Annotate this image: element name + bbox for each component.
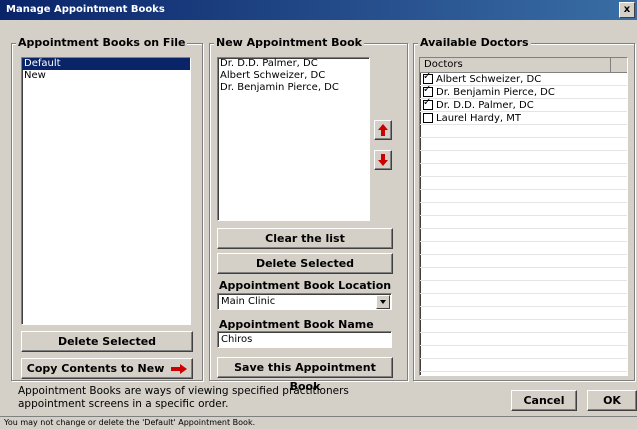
empty-grid-row — [420, 255, 627, 268]
new-book-legend: New Appointment Book — [214, 36, 364, 49]
doctors-grid-header: Doctors — [420, 58, 627, 73]
doctor-name: Albert Schweizer, DC — [436, 73, 542, 85]
chevron-down-icon — [380, 300, 386, 304]
new-book-doctor-item[interactable]: Dr. Benjamin Pierce, DC — [218, 82, 369, 94]
empty-grid-row — [420, 125, 627, 138]
close-button[interactable]: x — [619, 2, 635, 18]
doctor-name: Dr. D.D. Palmer, DC — [436, 99, 534, 111]
delete-selected-doctor-button[interactable]: Delete Selected — [217, 253, 393, 274]
clear-list-label: Clear the list — [265, 232, 345, 245]
status-bar: You may not change or delete the 'Defaul… — [0, 416, 637, 429]
dropdown-button[interactable] — [376, 295, 390, 309]
doctor-checkbox[interactable] — [423, 84, 433, 97]
empty-grid-row — [420, 242, 627, 255]
title-bar: Manage Appointment Books x — [0, 0, 637, 20]
cancel-button[interactable]: Cancel — [511, 390, 577, 411]
doctor-row[interactable]: Dr. D.D. Palmer, DC — [420, 97, 627, 112]
delete-selected-doctor-label: Delete Selected — [255, 257, 355, 270]
new-book-doctor-item[interactable]: Dr. D.D. Palmer, DC — [218, 58, 369, 70]
empty-grid-row — [420, 216, 627, 229]
location-select[interactable]: Main Clinic — [217, 293, 392, 310]
red-right-arrow-icon — [171, 364, 188, 374]
doctor-checkbox[interactable] — [423, 113, 433, 123]
red-up-arrow-icon — [378, 124, 388, 136]
cancel-label: Cancel — [523, 394, 565, 407]
delete-book-label: Delete Selected — [57, 335, 157, 348]
doctor-row[interactable]: Laurel Hardy, MT — [420, 112, 627, 125]
empty-grid-row — [420, 359, 627, 372]
ok-button[interactable]: OK — [587, 390, 637, 411]
empty-grid-row — [420, 307, 627, 320]
empty-grid-row — [420, 164, 627, 177]
empty-grid-row — [420, 177, 627, 190]
window-title: Manage Appointment Books — [6, 4, 165, 15]
empty-grid-row — [420, 138, 627, 151]
book-list-item[interactable]: Default — [22, 58, 190, 70]
move-up-button[interactable] — [374, 120, 392, 140]
book-name-input[interactable]: Chiros — [217, 331, 392, 348]
doctor-name: Dr. Benjamin Pierce, DC — [436, 86, 555, 98]
doctor-row[interactable]: Albert Schweizer, DC — [420, 71, 627, 86]
available-doctors-legend: Available Doctors — [418, 36, 531, 49]
doctor-name: Laurel Hardy, MT — [436, 112, 521, 124]
empty-grid-row — [420, 372, 627, 375]
location-value: Main Clinic — [221, 296, 276, 307]
delete-book-button[interactable]: Delete Selected — [21, 331, 193, 352]
clear-list-button[interactable]: Clear the list — [217, 228, 393, 249]
doctors-grid[interactable]: Doctors Albert Schweizer, DCDr. Benjamin… — [419, 57, 628, 376]
books-on-file-list[interactable]: Default New — [21, 57, 191, 325]
book-name-value: Chiros — [221, 334, 253, 345]
location-label: Appointment Book Location — [219, 279, 392, 292]
copy-contents-button[interactable]: Copy Contents to New — [21, 358, 193, 379]
empty-grid-row — [420, 294, 627, 307]
doctor-row[interactable]: Dr. Benjamin Pierce, DC — [420, 84, 627, 99]
red-down-arrow-icon — [378, 154, 388, 166]
description-text: Appointment Books are ways of viewing sp… — [18, 385, 349, 410]
ok-label: OK — [603, 394, 621, 407]
books-on-file-legend: Appointment Books on File — [16, 36, 188, 49]
new-book-doctor-list[interactable]: Dr. D.D. Palmer, DC Albert Schweizer, DC D… — [217, 57, 370, 221]
doctors-column-header[interactable]: Doctors — [420, 58, 611, 72]
doctor-checkbox[interactable] — [423, 71, 433, 84]
status-text: You may not change or delete the 'Defaul… — [4, 418, 256, 427]
empty-grid-row — [420, 229, 627, 242]
save-book-button[interactable]: Save this Appointment Book — [217, 357, 393, 393]
move-down-button[interactable] — [374, 150, 392, 170]
empty-grid-row — [420, 190, 627, 203]
empty-grid-row — [420, 268, 627, 281]
book-list-item[interactable]: New — [22, 70, 190, 82]
book-name-label: Appointment Book Name — [219, 318, 374, 331]
empty-grid-row — [420, 346, 627, 359]
empty-grid-row — [420, 151, 627, 164]
empty-grid-row — [420, 203, 627, 216]
empty-grid-row — [420, 333, 627, 346]
empty-grid-row — [420, 281, 627, 294]
copy-contents-label: Copy Contents to New — [26, 362, 165, 375]
doctor-checkbox[interactable] — [423, 97, 433, 110]
empty-grid-row — [420, 320, 627, 333]
new-book-doctor-item[interactable]: Albert Schweizer, DC — [218, 70, 369, 82]
